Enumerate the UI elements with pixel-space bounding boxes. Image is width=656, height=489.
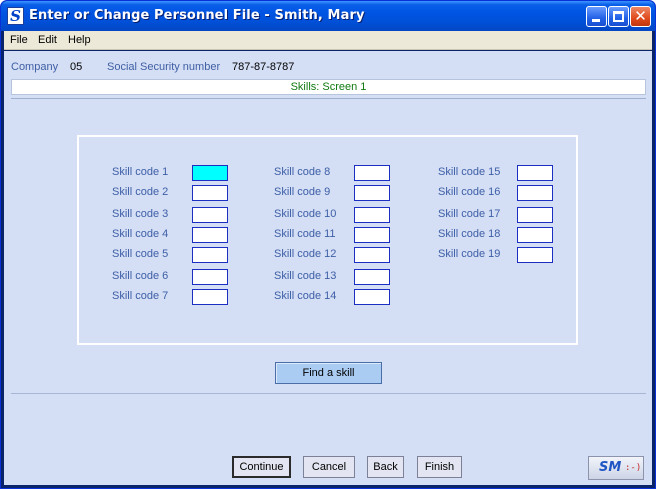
- skill-code-16-label: Skill code 16: [438, 186, 501, 198]
- skill-code-14-field[interactable]: [354, 289, 390, 305]
- skill-code-1-field[interactable]: [192, 165, 228, 181]
- minimize-button[interactable]: [586, 6, 607, 27]
- skill-code-6-label: Skill code 6: [112, 270, 169, 282]
- smiley-icon: :-): [625, 463, 642, 473]
- skill-code-12-field[interactable]: [354, 247, 390, 263]
- skill-code-18-field[interactable]: [517, 227, 553, 243]
- menu-edit[interactable]: Edit: [38, 34, 57, 46]
- skill-code-4-field[interactable]: [192, 227, 228, 243]
- skill-code-15-field[interactable]: [517, 165, 553, 181]
- find-skill-button[interactable]: Find a skill: [275, 362, 382, 384]
- finish-button[interactable]: Finish: [417, 456, 462, 478]
- skill-code-8-label: Skill code 8: [274, 166, 331, 178]
- skill-code-7-label: Skill code 7: [112, 290, 169, 302]
- window-title: Enter or Change Personnel File - Smith, …: [29, 8, 365, 23]
- skill-code-19-field[interactable]: [517, 247, 553, 263]
- skill-code-14-label: Skill code 14: [274, 290, 337, 302]
- skill-code-13-label: Skill code 13: [274, 270, 337, 282]
- skill-code-19-label: Skill code 19: [438, 248, 501, 260]
- skill-code-16-field[interactable]: [517, 185, 553, 201]
- minimize-icon: [592, 19, 600, 22]
- company-label: Company: [11, 61, 59, 73]
- ssn-value: 787-87-8787: [232, 61, 295, 73]
- back-button[interactable]: Back: [367, 456, 404, 478]
- skill-code-10-field[interactable]: [354, 207, 390, 223]
- divider: [11, 98, 646, 99]
- sm-logo-button[interactable]: SM :-): [588, 456, 644, 480]
- app-icon[interactable]: S: [7, 7, 24, 25]
- skill-code-2-label: Skill code 2: [112, 186, 169, 198]
- sm-logo-text: SM: [599, 460, 622, 475]
- close-button[interactable]: ✕: [630, 6, 651, 27]
- skill-code-10-label: Skill code 10: [274, 208, 337, 220]
- maximize-icon: [613, 11, 624, 22]
- application-window: S Enter or Change Personnel File - Smith…: [0, 0, 656, 489]
- close-icon: ✕: [634, 7, 647, 25]
- skill-code-12-label: Skill code 12: [274, 248, 337, 260]
- skill-code-17-label: Skill code 17: [438, 208, 501, 220]
- skill-code-4-label: Skill code 4: [112, 228, 169, 240]
- skill-code-5-field[interactable]: [192, 247, 228, 263]
- ssn-label: Social Security number: [107, 61, 221, 73]
- screen-title: Skills: Screen 1: [11, 79, 646, 95]
- skill-code-9-label: Skill code 9: [274, 186, 331, 198]
- client-area: Company 05 Social Security number 787-87…: [4, 51, 652, 485]
- skill-code-9-field[interactable]: [354, 185, 390, 201]
- menu-file[interactable]: File: [10, 34, 28, 46]
- skill-code-15-label: Skill code 15: [438, 166, 501, 178]
- continue-button[interactable]: Continue: [232, 456, 291, 478]
- skills-panel: Skill code 1 Skill code 2 Skill code 3 S…: [77, 135, 578, 345]
- skill-code-3-label: Skill code 3: [112, 208, 169, 220]
- divider: [11, 393, 646, 394]
- menu-bar: File Edit Help: [4, 31, 652, 50]
- company-value: 05: [70, 61, 83, 73]
- skill-code-3-field[interactable]: [192, 207, 228, 223]
- cancel-button[interactable]: Cancel: [303, 456, 355, 478]
- skill-code-7-field[interactable]: [192, 289, 228, 305]
- title-bar[interactable]: S Enter or Change Personnel File - Smith…: [1, 1, 655, 31]
- skill-code-13-field[interactable]: [354, 269, 390, 285]
- skill-code-5-label: Skill code 5: [112, 248, 169, 260]
- skill-code-6-field[interactable]: [192, 269, 228, 285]
- skill-code-8-field[interactable]: [354, 165, 390, 181]
- menu-help[interactable]: Help: [68, 34, 91, 46]
- maximize-button[interactable]: [608, 6, 629, 27]
- skill-code-17-field[interactable]: [517, 207, 553, 223]
- skill-code-2-field[interactable]: [192, 185, 228, 201]
- skill-code-11-field[interactable]: [354, 227, 390, 243]
- skill-code-11-label: Skill code 11: [274, 228, 336, 240]
- skill-code-18-label: Skill code 18: [438, 228, 501, 240]
- skill-code-1-label: Skill code 1: [112, 166, 169, 178]
